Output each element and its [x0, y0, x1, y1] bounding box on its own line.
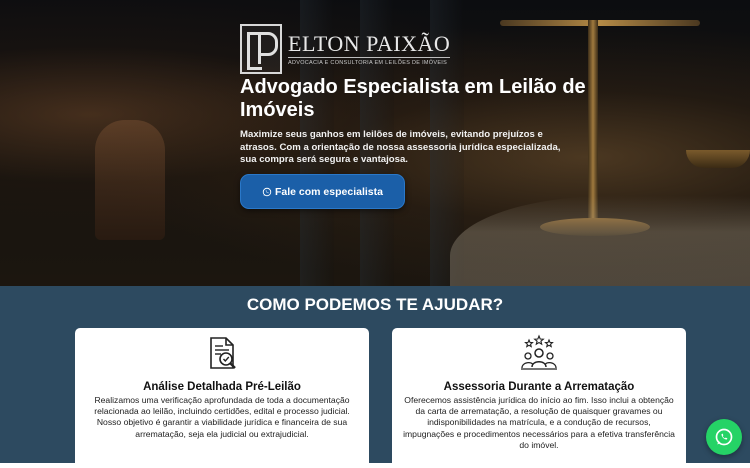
- service-card-auction-support: Assessoria Durante a Arrematação Oferece…: [392, 328, 686, 468]
- background-open-book: [450, 196, 750, 286]
- service-card-title: Análise Detalhada Pré-Leilão: [143, 381, 301, 393]
- brand-name: ELTON PAIXÃO: [288, 31, 451, 56]
- services-title: COMO PODEMOS TE AJUDAR?: [246, 295, 504, 314]
- brand-tagline: ADVOCACIA E CONSULTORIA EM LEILÕES DE IM…: [288, 57, 451, 66]
- whatsapp-icon: [262, 187, 272, 196]
- document-search-icon: [210, 337, 236, 369]
- whatsapp-float-button[interactable]: [706, 419, 742, 455]
- service-card-text: Realizamos uma verificação aprofundada d…: [94, 395, 350, 439]
- service-card-pre-auction: Análise Detalhada Pré-Leilão Realizamos …: [75, 328, 369, 468]
- service-card-title: Assessoria Durante a Arrematação: [443, 381, 635, 393]
- hero-title: Advogado Especialista em Leilão de Imóve…: [240, 76, 586, 121]
- brand-logo[interactable]: ELTON PAIXÃO ADVOCACIA E CONSULTORIA EM …: [240, 24, 451, 74]
- service-card-text: Oferecemos assistência jurídica do iníci…: [403, 395, 675, 450]
- whatsapp-icon: [715, 428, 733, 446]
- justice-scale-pan: [686, 150, 750, 168]
- hero-section: ELTON PAIXÃO ADVOCACIA E CONSULTORIA EM …: [0, 0, 750, 286]
- background-lamp: [95, 120, 165, 240]
- contact-specialist-button[interactable]: Fale com especialista: [240, 174, 405, 209]
- cta-label: Fale com especialista: [275, 185, 383, 198]
- justice-scale-beam: [500, 20, 700, 26]
- logo-monogram-icon: [240, 24, 282, 74]
- hero-description: Maximize seus ganhos em leilões de imóve…: [240, 129, 561, 165]
- team-stars-icon: [521, 334, 557, 370]
